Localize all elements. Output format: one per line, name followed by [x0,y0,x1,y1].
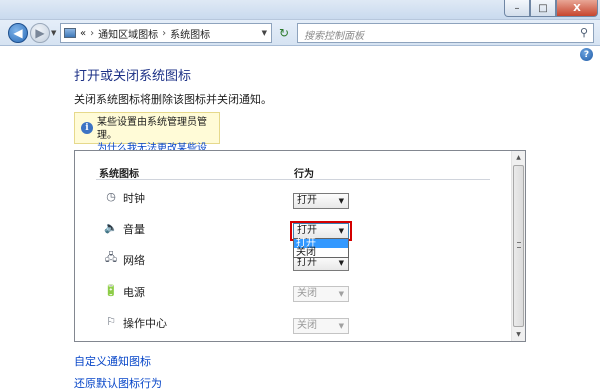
page-description: 关闭系统图标将删除该图标并关闭通知。 [74,93,272,106]
scroll-down-icon[interactable]: ▼ [512,328,525,341]
clock-icon: ◷ [106,189,116,203]
chevron-down-icon: ▼ [338,259,344,267]
row-label-action-center: 操作中心 [123,317,167,330]
power-icon: 🔋 [104,283,118,297]
header-divider [96,179,490,180]
refresh-button[interactable]: ↻ [275,24,293,42]
search-input[interactable]: 搜索控制面板 ⚲ [297,23,594,43]
control-panel-icon [64,28,76,38]
history-dropdown-icon[interactable]: ▼ [51,29,56,37]
dropdown-option-off[interactable]: 关闭 [294,248,348,258]
info-banner: i 某些设置由系统管理员管理。 为什么我无法更改某些设置? [74,112,220,167]
clock-behavior-value: 打开 [297,195,317,206]
power-behavior-value: 关闭 [297,288,317,299]
breadcrumb-item-system-icons[interactable]: 系统图标 [170,26,210,41]
chevron-down-icon: ▼ [338,290,344,298]
restore-default-icon-behavior-link[interactable]: 还原默认图标行为 [74,375,162,391]
clock-behavior-select[interactable]: 打开 ▼ [293,193,349,209]
row-label-power: 电源 [123,286,145,299]
breadcrumb-separator-icon[interactable]: › [162,28,166,39]
navigation-bar: ◀ ▶ ▼ « › 通知区域图标 › 系统图标 ▼ ↻ 搜索控制面板 ⚲ [0,20,600,46]
customize-notification-icons-link[interactable]: 自定义通知图标 [74,353,151,369]
search-placeholder: 搜索控制面板 [304,31,364,42]
action-center-behavior-select: 关闭 ▼ [293,318,349,334]
row-label-clock: 时钟 [123,192,145,205]
breadcrumb-separator-icon[interactable]: › [90,28,94,39]
maximize-button[interactable]: □ [530,0,556,17]
row-label-volume: 音量 [123,223,145,236]
scroll-up-icon[interactable]: ▲ [512,151,525,164]
scrollbar-thumb[interactable] [513,165,524,327]
help-icon[interactable]: ? [580,48,593,61]
page-title: 打开或关闭系统图标 [74,69,192,84]
column-header-behavior: 行为 [294,169,314,180]
breadcrumb-overflow[interactable]: « [80,28,86,39]
network-behavior-value: 打开 [297,257,317,268]
address-dropdown-icon[interactable]: ▼ [262,29,267,37]
info-text: 某些设置由系统管理员管理。 [97,117,207,141]
grip-icon [517,242,521,248]
volume-icon: 🔈 [104,220,118,234]
back-button[interactable]: ◀ [8,23,28,43]
back-arrow-icon: ◀ [13,26,23,40]
info-icon: i [81,122,93,134]
action-center-icon: ⚐ [106,314,116,328]
window-controls: – □ X [504,0,598,17]
power-behavior-select: 关闭 ▼ [293,286,349,302]
search-icon[interactable]: ⚲ [580,26,588,39]
chevron-down-icon: ▼ [338,197,344,205]
network-icon: 🖧 [104,250,118,264]
row-label-network: 网络 [123,254,145,267]
refresh-icon: ↻ [278,26,290,40]
column-header-system-icon: 系统图标 [99,169,139,180]
vertical-scrollbar[interactable]: ▲ ▼ [511,151,525,341]
close-button[interactable]: X [556,0,598,17]
window-titlebar: – □ X [0,0,600,20]
forward-button[interactable]: ▶ [30,23,50,43]
chevron-down-icon: ▼ [338,322,344,330]
forward-arrow-icon: ▶ [35,26,45,40]
address-bar[interactable]: « › 通知区域图标 › 系统图标 ▼ [60,23,272,43]
minimize-button[interactable]: – [504,0,530,17]
action-center-behavior-value: 关闭 [297,320,317,331]
volume-dropdown-list[interactable]: 打开 关闭 [293,238,349,258]
breadcrumb-item-notification-icons[interactable]: 通知区域图标 [98,26,158,41]
